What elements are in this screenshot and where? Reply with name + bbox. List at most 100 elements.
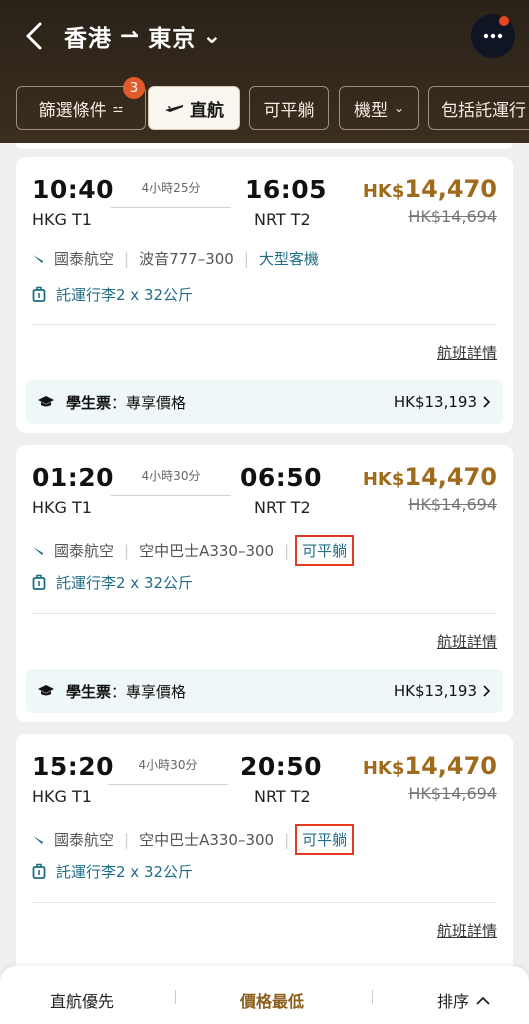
airline-name: 國泰航空 bbox=[54, 542, 115, 560]
flight-details-link[interactable]: 航班詳情 bbox=[437, 631, 497, 652]
sort-direct-first[interactable]: 直航優先 bbox=[50, 988, 114, 1012]
flatbed-tag: 可平躺 bbox=[295, 535, 355, 566]
old-price: HK$14,694 bbox=[408, 784, 497, 803]
filter-flatbed-label: 可平躺 bbox=[263, 100, 315, 121]
flatbed-tag: 可平躺 bbox=[295, 824, 355, 855]
filter-conditions-label: 篩選條件 bbox=[38, 100, 107, 121]
divider bbox=[32, 613, 497, 614]
depart-time: 10:40 bbox=[32, 175, 115, 204]
duration-line bbox=[111, 207, 231, 208]
airline-name: 國泰航空 bbox=[54, 250, 115, 268]
aircraft-type: 空中巴士A330–300 bbox=[139, 831, 275, 849]
sort-lowest-price[interactable]: 價格最低 bbox=[240, 988, 304, 1012]
baggage-text: 託運行李2 x 32公斤 bbox=[56, 286, 194, 304]
filter-aircraft-label: 機型 bbox=[353, 100, 388, 121]
aircraft-tag: 大型客機 bbox=[258, 250, 319, 268]
chevron-right-icon bbox=[483, 396, 491, 408]
aircraft-type: 空中巴士A330–300 bbox=[139, 542, 275, 560]
filter-direct-chip[interactable]: 直航 bbox=[148, 86, 240, 130]
notification-dot bbox=[499, 16, 509, 26]
depart-airport: HKG T1 bbox=[32, 498, 92, 517]
filter-sliders-icon: ⚍ bbox=[112, 101, 124, 115]
flight-card[interactable]: 10:40 HKG T1 4小時25分 16:05 NRT T2 HK$14,4… bbox=[16, 157, 513, 433]
student-fare-price: HK$13,193 bbox=[393, 393, 477, 411]
plane-icon bbox=[165, 105, 183, 112]
destination-city: 東京 bbox=[148, 26, 197, 52]
back-icon[interactable] bbox=[20, 20, 50, 52]
filter-aircraft-chip[interactable]: 機型 ⌄ bbox=[339, 86, 419, 130]
baggage-info: 託運行李2 x 32公斤 bbox=[32, 284, 193, 305]
chevron-right-icon bbox=[483, 685, 491, 697]
airline-logo-icon bbox=[33, 254, 45, 263]
airline-logo-icon bbox=[33, 546, 45, 555]
duration-line bbox=[108, 784, 228, 785]
filter-baggage-label: 包括託運行 bbox=[441, 100, 526, 121]
route-title[interactable]: 香港 ⇀ 東京 ⌄ bbox=[64, 18, 223, 54]
baggage-info: 託運行李2 x 32公斤 bbox=[32, 572, 193, 593]
more-icon bbox=[483, 33, 503, 39]
flight-duration: 4小時30分 bbox=[138, 758, 198, 772]
price-value: 14,470 bbox=[404, 463, 497, 491]
student-fare-price: HK$13,193 bbox=[393, 682, 477, 700]
filter-baggage-chip[interactable]: 包括託運行 bbox=[428, 86, 529, 130]
luggage-icon bbox=[32, 286, 46, 302]
filter-bar: 篩選條件 ⚍ 直航 可平躺 機型 ⌄ 包括託運行 bbox=[0, 86, 529, 132]
student-fare-label: 學生票 bbox=[66, 393, 112, 412]
aircraft-type: 波音777–300 bbox=[139, 250, 234, 268]
previous-card-edge bbox=[16, 143, 513, 149]
luggage-icon bbox=[32, 574, 46, 590]
flight-duration: 4小時25分 bbox=[141, 181, 201, 195]
baggage-text: 託運行李2 x 32公斤 bbox=[56, 574, 194, 592]
airline-name: 國泰航空 bbox=[54, 831, 115, 849]
price-value: 14,470 bbox=[404, 175, 497, 203]
price: HK$14,470 bbox=[363, 463, 497, 491]
sort-label: 排序 bbox=[437, 992, 470, 1011]
filter-count-badge: 3 bbox=[123, 77, 145, 99]
luggage-icon bbox=[32, 863, 46, 879]
price-currency: HK$ bbox=[362, 469, 405, 490]
duration-line bbox=[111, 495, 231, 496]
header: 香港 ⇀ 東京 ⌄ 篩選條件 ⚍ 直航 可平躺 機型 ⌄ 包括託運行 3 bbox=[0, 0, 529, 143]
chevron-up-icon bbox=[476, 996, 490, 1005]
filter-direct-label: 直航 bbox=[190, 100, 224, 121]
baggage-text: 託運行李2 x 32公斤 bbox=[56, 863, 194, 881]
separator bbox=[372, 990, 373, 1004]
flight-info: 國泰航空 | 空中巴士A330–300 | 可平躺 bbox=[32, 535, 355, 566]
sort-menu-button[interactable]: 排序 bbox=[437, 988, 490, 1012]
sort-bar: 直航優先 價格最低 排序 bbox=[0, 966, 529, 1024]
price-currency: HK$ bbox=[362, 758, 405, 779]
price: HK$14,470 bbox=[363, 175, 497, 203]
divider bbox=[32, 324, 497, 325]
flight-info: 國泰航空 | 波音777–300 | 大型客機 bbox=[32, 248, 319, 269]
arrive-time: 06:50 bbox=[240, 463, 323, 492]
student-fare-desc: ：專享價格 bbox=[111, 393, 187, 412]
airline-logo-icon bbox=[33, 835, 45, 844]
arrive-time: 16:05 bbox=[245, 175, 328, 204]
divider bbox=[32, 902, 497, 903]
flight-details-link[interactable]: 航班詳情 bbox=[437, 920, 497, 941]
depart-airport: HKG T1 bbox=[32, 787, 92, 806]
flight-card[interactable]: 01:20 HKG T1 4小時30分 06:50 NRT T2 HK$14,4… bbox=[16, 445, 513, 722]
chevron-down-icon: ⌄ bbox=[393, 101, 405, 115]
student-fare-row[interactable]: 學生票 ：專享價格 HK$13,193 bbox=[26, 669, 503, 713]
student-fare-price-wrap: HK$13,193 bbox=[394, 682, 491, 700]
old-price: HK$14,694 bbox=[408, 207, 497, 226]
arrive-airport: NRT T2 bbox=[254, 787, 311, 806]
student-fare-row[interactable]: 學生票 ：專享價格 HK$13,193 bbox=[26, 380, 503, 424]
graduation-cap-icon bbox=[38, 685, 54, 696]
old-price: HK$14,694 bbox=[408, 495, 497, 514]
flight-details-link[interactable]: 航班詳情 bbox=[437, 342, 497, 363]
baggage-info: 託運行李2 x 32公斤 bbox=[32, 861, 193, 882]
route-arrow-icon: ⇀ bbox=[120, 23, 141, 49]
filter-flatbed-chip[interactable]: 可平躺 bbox=[249, 86, 329, 130]
separator bbox=[175, 990, 176, 1004]
chevron-down-icon: ⌄ bbox=[202, 23, 223, 49]
arrive-airport: NRT T2 bbox=[254, 210, 311, 229]
depart-airport: HKG T1 bbox=[32, 210, 92, 229]
depart-time: 15:20 bbox=[32, 752, 115, 781]
arrive-time: 20:50 bbox=[240, 752, 323, 781]
graduation-cap-icon bbox=[38, 396, 54, 407]
origin-city: 香港 bbox=[64, 26, 112, 52]
arrive-airport: NRT T2 bbox=[254, 498, 311, 517]
price-value: 14,470 bbox=[404, 752, 497, 780]
